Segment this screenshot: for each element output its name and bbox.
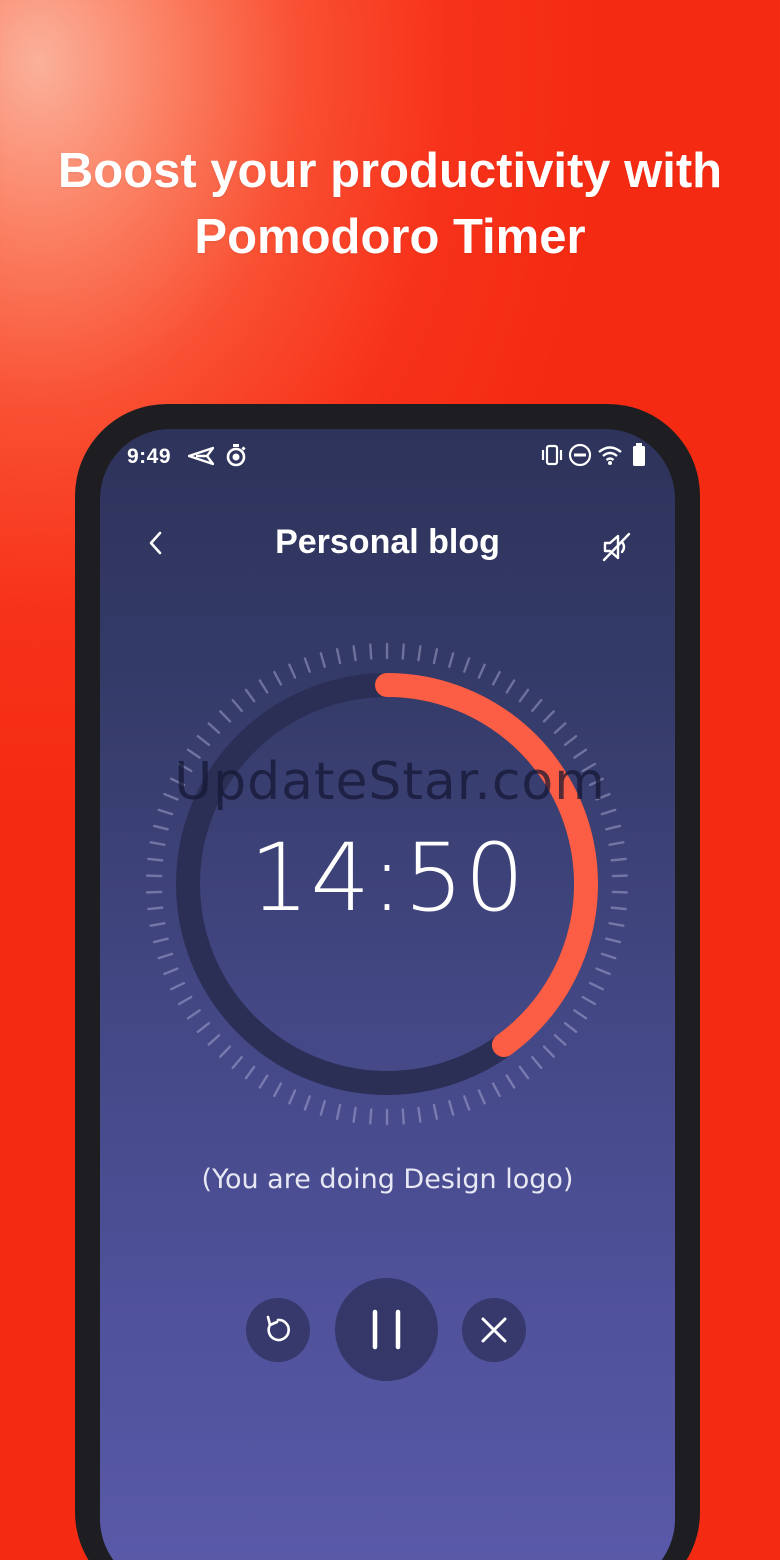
dial-tick [491, 670, 501, 686]
dial-tick [163, 967, 179, 976]
close-icon [481, 1317, 507, 1343]
pause-button[interactable] [335, 1278, 438, 1381]
page-title: Personal blog [275, 523, 500, 561]
dial-tick [273, 1082, 283, 1098]
dial-tick [157, 808, 174, 816]
dial-tick [288, 663, 297, 679]
dial-tick [477, 663, 486, 679]
dial-tick [518, 688, 530, 703]
dial-tick [542, 710, 555, 723]
restart-button[interactable] [246, 1298, 310, 1362]
dial-tick [288, 1089, 297, 1105]
dial-tick [352, 645, 357, 662]
vibrate-icon [541, 444, 563, 466]
dial-tick [505, 679, 516, 694]
dial-tick [319, 1100, 326, 1116]
dial-tick [477, 1089, 486, 1105]
dial-tick [335, 1103, 342, 1120]
dial-tick [605, 937, 622, 944]
pause-icon [372, 1309, 401, 1350]
dial-tick [588, 777, 604, 787]
battery-icon [633, 443, 645, 466]
dial-tick [448, 652, 455, 668]
dial-tick [573, 748, 588, 759]
dial-tick [600, 808, 617, 816]
dial-tick [417, 1106, 422, 1123]
dial-tick [177, 762, 193, 773]
dial-tick [600, 952, 617, 960]
dial-tick [335, 648, 342, 665]
dial-tick [432, 648, 439, 665]
dial-tick [463, 1095, 471, 1111]
dial-tick [177, 995, 193, 1006]
dial-tick [231, 1055, 243, 1070]
app-header: Personal blog [100, 515, 675, 575]
dial-tick [542, 1045, 555, 1058]
dial-tick [595, 967, 611, 976]
dial-tick [531, 698, 543, 713]
dial-tick [553, 1034, 567, 1046]
dial-tick [186, 1009, 201, 1020]
dial-tick [588, 981, 604, 991]
dial-tick [152, 937, 169, 944]
sound-off-icon [602, 532, 631, 562]
sound-toggle-button[interactable] [599, 529, 635, 565]
dial-tick [417, 645, 422, 662]
promo-headline: Boost your productivity with Pomodoro Ti… [0, 138, 780, 270]
dial-tick [170, 981, 186, 991]
dial-tick [531, 1055, 543, 1070]
dial-tick [563, 1021, 578, 1033]
dial-tick [303, 1095, 311, 1111]
dial-tick [303, 657, 311, 673]
dial-tick [563, 735, 578, 747]
dial-tick [581, 762, 597, 773]
dial-tick [186, 748, 201, 759]
dial-tick [163, 792, 179, 801]
timer-display: 14:50 [249, 824, 526, 933]
promo-headline-line-1: Boost your productivity with [57, 144, 723, 198]
wifi-icon [598, 446, 622, 465]
dial-tick [553, 722, 567, 734]
phone-screen: 9:49 Personal blog 14:50 (You are doing … [100, 429, 675, 1560]
dial-tick [157, 952, 174, 960]
dial-tick [432, 1103, 439, 1120]
status-time: 9:49 [127, 445, 172, 468]
restart-icon [266, 1315, 290, 1342]
dial-tick [581, 995, 597, 1006]
dial-tick [369, 1108, 373, 1125]
dial-tick [207, 1034, 221, 1046]
dial-tick [258, 679, 269, 694]
dial-tick [244, 688, 256, 703]
do-not-disturb-icon [568, 443, 592, 467]
activity-label: (You are doing Design logo) [201, 1164, 574, 1195]
send-icon [188, 446, 214, 466]
status-bar: 9:49 [100, 429, 675, 481]
dial-tick [491, 1082, 501, 1098]
dial-tick [505, 1074, 516, 1089]
dial-tick [219, 710, 232, 723]
dial-tick [244, 1065, 256, 1080]
dial-tick [170, 777, 186, 787]
promo-headline-line-2: Pomodoro Timer [194, 210, 586, 264]
dial-tick [231, 698, 243, 713]
dial-tick [207, 722, 221, 734]
dial-tick [258, 1074, 269, 1089]
dial-tick [196, 1021, 211, 1033]
dial-tick [369, 643, 373, 660]
dial-tick [573, 1009, 588, 1020]
stop-button[interactable] [462, 1298, 526, 1362]
dial-tick [463, 657, 471, 673]
dial-tick [518, 1065, 530, 1080]
dial-tick [352, 1106, 357, 1123]
dial-tick [219, 1045, 232, 1058]
dial-tick [595, 792, 611, 801]
dial-tick [401, 643, 405, 660]
dial-tick [319, 652, 326, 668]
dial-tick [448, 1100, 455, 1116]
dial-tick [273, 670, 283, 686]
dial-tick [401, 1108, 405, 1125]
dial-tick [196, 735, 211, 747]
stopwatch-icon [226, 444, 246, 467]
